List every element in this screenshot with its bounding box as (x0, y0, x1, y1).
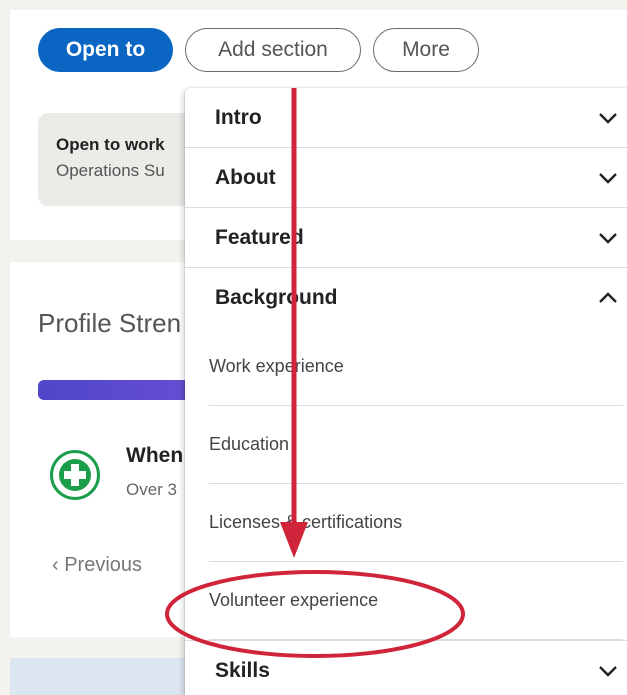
menu-section-skills[interactable]: Skills (185, 640, 627, 695)
chevron-up-icon (597, 287, 619, 309)
chevron-down-icon (597, 227, 619, 249)
chevron-down-icon (597, 167, 619, 189)
chevron-left-icon: ‹ (52, 554, 65, 576)
menu-section-label: Intro (215, 105, 262, 129)
suggestion-subtitle: Over 3 (126, 480, 178, 499)
chevron-down-icon (597, 660, 619, 682)
profile-strength-title: Profile Stren (38, 308, 182, 338)
menu-section-intro[interactable]: Intro (185, 88, 627, 148)
menu-item-licenses-certifications[interactable]: Licenses & certifications (209, 484, 623, 562)
menu-item-education[interactable]: Education (209, 406, 623, 484)
menu-item-work-experience[interactable]: Work experience (209, 328, 623, 406)
open-to-button[interactable]: Open to (38, 28, 173, 72)
menu-item-volunteer-experience[interactable]: Volunteer experience (209, 562, 623, 640)
previous-button[interactable]: ‹ Previous (52, 554, 142, 577)
suggestion-title: When (126, 444, 184, 467)
menu-section-about[interactable]: About (185, 148, 627, 208)
menu-section-label: About (215, 165, 276, 189)
menu-section-label: Featured (215, 225, 304, 249)
menu-section-background[interactable]: Background (185, 268, 627, 328)
add-section-button[interactable]: Add section (185, 28, 361, 72)
menu-section-label: Background (215, 286, 338, 309)
more-button[interactable]: More (373, 28, 479, 72)
previous-label: Previous (64, 554, 143, 576)
menu-section-label: Skills (215, 658, 270, 682)
menu-section-featured[interactable]: Featured (185, 208, 627, 268)
chevron-down-icon (597, 107, 619, 129)
green-cross-logo-icon (50, 450, 100, 500)
add-section-dropdown: Intro About Featured Background Work exp… (185, 88, 627, 695)
profile-actions: Open to Add section More (38, 28, 479, 72)
